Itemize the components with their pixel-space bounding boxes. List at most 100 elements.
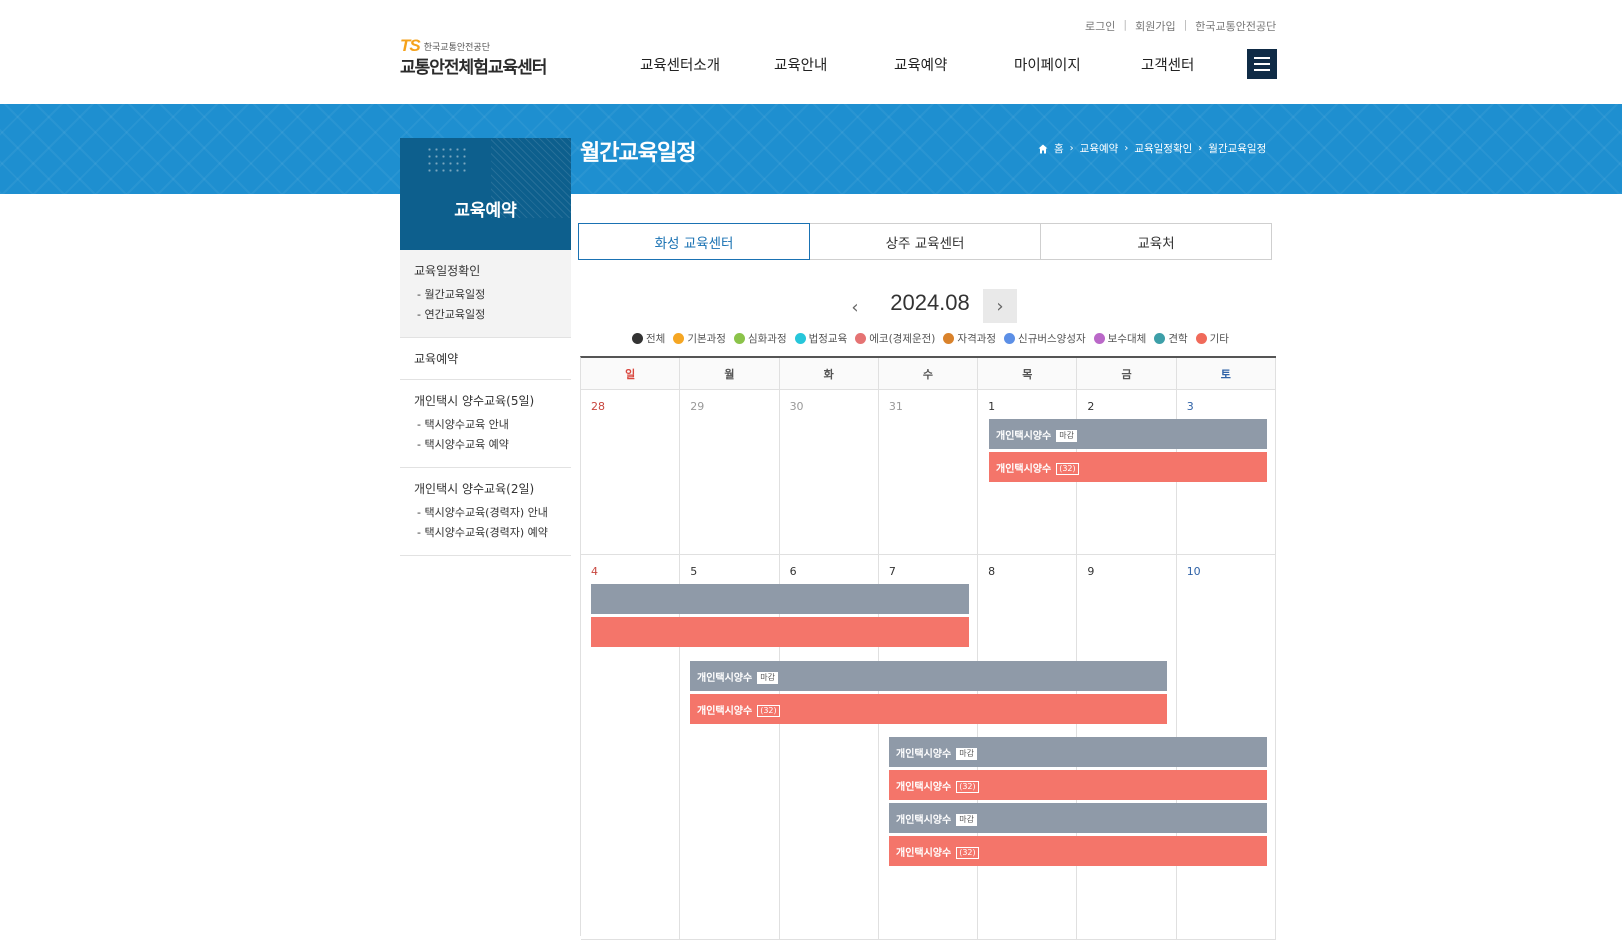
legend-dot-icon <box>632 333 643 344</box>
home-icon[interactable] <box>1038 144 1048 154</box>
sidebar-item-taxi-info[interactable]: - 택시양수교육 안내 <box>414 415 571 435</box>
event-bar-open[interactable]: 개인택시양수 (32) <box>989 452 1267 482</box>
legend-item[interactable]: 심화과정 <box>733 331 787 346</box>
weekday-header: 일 월 화 수 목 금 토 <box>581 358 1276 390</box>
sidebar-item-taxi-2day[interactable]: 개인택시 양수교육(2일) <box>414 480 571 497</box>
dot-pattern <box>426 146 468 174</box>
legend-item[interactable]: 보수대체 <box>1093 331 1147 346</box>
event-bar-open[interactable] <box>591 617 969 647</box>
legend-item[interactable]: 전체 <box>632 331 665 346</box>
sidebar-item-taxi-exp-info[interactable]: - 택시양수교육(경력자) 안내 <box>414 503 571 523</box>
divider: | <box>1183 18 1188 31</box>
hamburger-menu-icon[interactable] <box>1247 49 1277 79</box>
weekday-tue: 화 <box>780 358 879 389</box>
legend-label: 에코(경제운전) <box>869 333 936 345</box>
day-cell[interactable]: 29 <box>680 390 780 554</box>
legend-item[interactable]: 기본과정 <box>673 331 726 346</box>
nav-mypage[interactable]: 마이페이지 <box>1014 54 1141 75</box>
page-title: 월간교육일정 <box>580 141 696 166</box>
nav-center-intro[interactable]: 교육센터소개 <box>640 54 774 75</box>
event-bar-closed[interactable]: 개인택시양수 마감 <box>690 661 1167 691</box>
legend-dot-icon <box>733 333 745 344</box>
tab-education-office[interactable]: 교육처 <box>1040 223 1272 260</box>
sub-banner <box>0 104 1622 194</box>
main-nav: 교육센터소개 교육안내 교육예약 마이페이지 고객센터 <box>640 54 1194 75</box>
sidebar-item-reservation[interactable]: 교육예약 <box>414 350 571 367</box>
legend-dot-icon <box>855 333 867 344</box>
event-bar-open[interactable]: 개인택시양수 (32) <box>690 694 1167 724</box>
weekday-thu: 목 <box>978 358 1078 389</box>
legend-label: 전체 <box>646 333 666 345</box>
legend-label: 법정교육 <box>808 333 848 345</box>
event-bar-open[interactable]: 개인택시양수 (32) <box>889 770 1267 800</box>
legend-item[interactable]: 법정교육 <box>794 331 848 346</box>
legend-dot-icon <box>1154 333 1166 344</box>
chevron-right-icon: › <box>1198 143 1203 154</box>
nav-reservation[interactable]: 교육예약 <box>894 54 1014 75</box>
day-cell[interactable]: 31 <box>879 390 979 554</box>
legend-label: 심화과정 <box>747 333 787 345</box>
weekday-wed: 수 <box>879 358 979 389</box>
legend-label: 견학 <box>1168 333 1188 345</box>
week-row-2: 4 5 6 7 8 9 10 개인택시양수 마감 개인택시양수 (32) 개인택시양… <box>581 555 1276 940</box>
weekday-mon: 월 <box>680 358 780 389</box>
chevron-right-icon: › <box>1124 143 1129 154</box>
legend-dot-icon <box>1195 333 1207 344</box>
sidebar-menu: 교육일정확인 - 월간교육일정 - 연간교육일정 교육예약 개인택시 양수교육(… <box>400 250 571 556</box>
legend-item[interactable]: 자격과정 <box>943 331 996 346</box>
legend-dot-icon <box>1093 333 1105 344</box>
month-label: 2024.08 <box>890 290 970 315</box>
breadcrumb-home[interactable]: 홈 <box>1054 141 1064 156</box>
chevron-right-icon[interactable]: › <box>983 289 1017 323</box>
sidebar-item-schedule[interactable]: 교육일정확인 <box>414 262 571 279</box>
tab-hwaseong[interactable]: 화성 교육센터 <box>578 223 810 260</box>
sidebar-group-reservation: 교육예약 <box>400 338 571 380</box>
event-bar-closed[interactable]: 개인택시양수 마감 <box>889 737 1267 767</box>
breadcrumb-reservation[interactable]: 교육예약 <box>1080 141 1119 156</box>
sidebar-group-schedule: 교육일정확인 - 월간교육일정 - 연간교육일정 <box>400 250 571 338</box>
sidebar-group-taxi-2day: 개인택시 양수교육(2일) - 택시양수교육(경력자) 안내 - 택시양수교육(… <box>400 468 571 556</box>
event-bar-closed[interactable] <box>591 584 969 614</box>
legend-item[interactable]: 견학 <box>1154 331 1188 346</box>
divider: | <box>1123 18 1128 31</box>
nav-customer-center[interactable]: 고객센터 <box>1141 54 1194 75</box>
sidebar-group-taxi-5day: 개인택시 양수교육(5일) - 택시양수교육 안내 - 택시양수교육 예약 <box>400 380 571 468</box>
sidebar-item-taxi-5day[interactable]: 개인택시 양수교육(5일) <box>414 392 571 409</box>
legend-dot-icon <box>673 333 685 344</box>
sidebar-item-monthly[interactable]: - 월간교육일정 <box>414 285 571 305</box>
legend-dot-icon <box>943 333 955 344</box>
login-link[interactable]: 로그인 <box>1085 18 1115 34</box>
legend-label: 신규버스양성자 <box>1018 333 1086 345</box>
sidebar-item-taxi-reserve[interactable]: - 택시양수교육 예약 <box>414 435 571 455</box>
chevron-left-icon[interactable]: ‹ <box>838 290 872 324</box>
legend-item[interactable]: 신규버스양성자 <box>1004 331 1086 346</box>
tab-sangju[interactable]: 상주 교육센터 <box>809 223 1041 260</box>
weekday-sat: 토 <box>1177 358 1276 389</box>
week-row-1: 28 29 30 31 1 2 3 개인택시양수 마감 개인택시양수 (32) <box>581 390 1276 555</box>
nav-education-info[interactable]: 교육안내 <box>774 54 894 75</box>
chevron-right-icon: › <box>1069 143 1074 154</box>
logo-title[interactable]: 교통안전체험교육센터 <box>400 53 547 78</box>
legend-item[interactable]: 에코(경제운전) <box>855 331 935 346</box>
signup-link[interactable]: 회원가입 <box>1135 18 1175 34</box>
event-bar-open[interactable]: 개인택시양수 (32) <box>889 836 1267 866</box>
event-bar-closed[interactable]: 개인택시양수 마감 <box>889 803 1267 833</box>
kotsa-link[interactable]: 한국교통안전공단 <box>1195 18 1276 34</box>
sidebar-header: 교육예약 <box>400 138 571 250</box>
sidebar-item-taxi-exp-reserve[interactable]: - 택시양수교육(경력자) 예약 <box>414 523 571 543</box>
legend-label: 자격과정 <box>957 333 997 345</box>
breadcrumb-schedule[interactable]: 교육일정확인 <box>1134 141 1192 156</box>
day-cell[interactable]: 30 <box>780 390 879 554</box>
event-bar-closed[interactable]: 개인택시양수 마감 <box>989 419 1267 449</box>
day-cell[interactable]: 28 <box>581 390 681 554</box>
logo-org-name: 한국교통안전공단 <box>423 42 490 53</box>
breadcrumb: 홈 › 교육예약 › 교육일정확인 › 월간교육일정 <box>1038 141 1266 156</box>
legend-item[interactable]: 기타 <box>1195 331 1229 346</box>
breadcrumb-current[interactable]: 월간교육일정 <box>1208 141 1266 156</box>
legend-label: 보수대체 <box>1107 333 1147 345</box>
legend-dot-icon <box>1004 333 1016 344</box>
legend-label: 기본과정 <box>687 333 726 345</box>
sidebar-item-yearly[interactable]: - 연간교육일정 <box>414 305 571 325</box>
calendar: 일 월 화 수 목 금 토 28 29 30 31 1 2 3 개인택시양수 마감… <box>580 356 1276 940</box>
legend: 전체 기본과정 심화과정 법정교육 에코(경제운전) 자격과정 신규버스양성자 보수대체 견학 기… <box>632 331 1229 346</box>
